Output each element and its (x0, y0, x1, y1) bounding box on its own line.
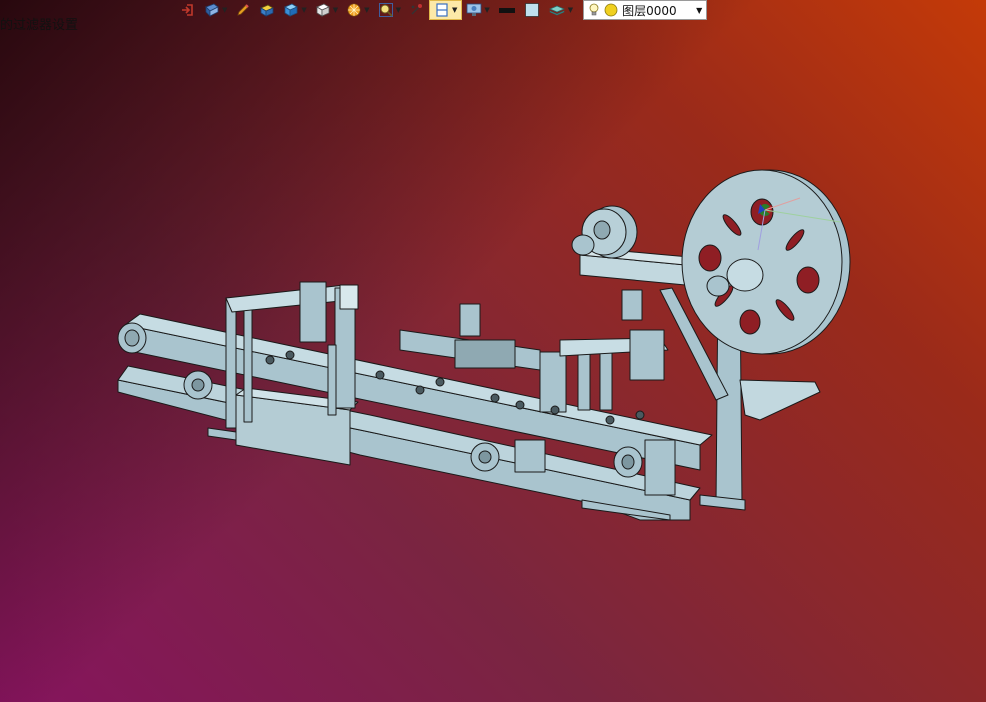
layer-stack-icon (548, 5, 565, 16)
cube-icon (284, 3, 299, 17)
fill-icon (524, 3, 539, 17)
zoom-button[interactable]: ▼ (374, 0, 405, 20)
exit-button[interactable] (176, 0, 200, 20)
exit-icon (182, 4, 193, 16)
cad-model[interactable] (0, 0, 986, 702)
3d-viewport[interactable]: 的过滤器设置 ▼ ▼ ▼ ▼ ▼ ▼ ▼ ▼ 图层0000 ▼ (0, 0, 986, 702)
view-toolbar: ▼ ▼ ▼ ▼ ▼ ▼ ▼ ▼ 图层0000 ▼ (176, 0, 708, 20)
line-color-icon (498, 8, 515, 13)
chevron-down-icon: ▼ (222, 5, 228, 14)
display-icon (466, 3, 482, 16)
lightbulb-icon[interactable] (588, 3, 600, 17)
chevron-down-icon: ▼ (484, 5, 490, 14)
pencil-icon (237, 4, 250, 16)
chevron-down-icon: ▼ (301, 5, 307, 14)
chevron-down-icon: ▼ (332, 5, 339, 14)
section-view-icon (436, 3, 448, 17)
standard-view-button[interactable]: ▼ (311, 0, 342, 20)
filter-settings-label: 的过滤器设置 (0, 18, 79, 33)
chevron-down-icon: ▼ (451, 5, 458, 14)
render-mode-button[interactable]: ▼ (279, 0, 310, 20)
zoom-icon (378, 3, 393, 17)
white-cube-icon (315, 3, 330, 17)
chevron-down-icon: ▼ (364, 5, 370, 14)
circle-icon[interactable] (604, 3, 618, 17)
chevron-down-icon: ▼ (567, 5, 574, 14)
sun-icon (347, 3, 361, 17)
fill-color-button[interactable] (520, 0, 544, 20)
fit-view-button[interactable] (405, 0, 429, 20)
sketch-button[interactable] (231, 0, 255, 20)
shaded-button[interactable] (255, 0, 279, 20)
view-icon (205, 3, 219, 17)
chevron-down-icon[interactable]: ▼ (696, 6, 702, 15)
fit-view-icon (411, 4, 422, 15)
chevron-down-icon: ▼ (395, 5, 401, 14)
view-orientation-button[interactable]: ▼ (200, 0, 231, 20)
layer-manager-button[interactable]: ▼ (544, 0, 577, 20)
layer-select[interactable]: 图层0000 ▼ (583, 0, 708, 20)
line-color-button[interactable] (494, 0, 520, 20)
layer-name: 图层0000 (622, 3, 677, 18)
section-view-button[interactable]: ▼ (428, 0, 463, 20)
shaded-box-icon (260, 4, 275, 17)
lighting-button[interactable]: ▼ (342, 0, 373, 20)
display-button[interactable]: ▼ (462, 0, 493, 20)
